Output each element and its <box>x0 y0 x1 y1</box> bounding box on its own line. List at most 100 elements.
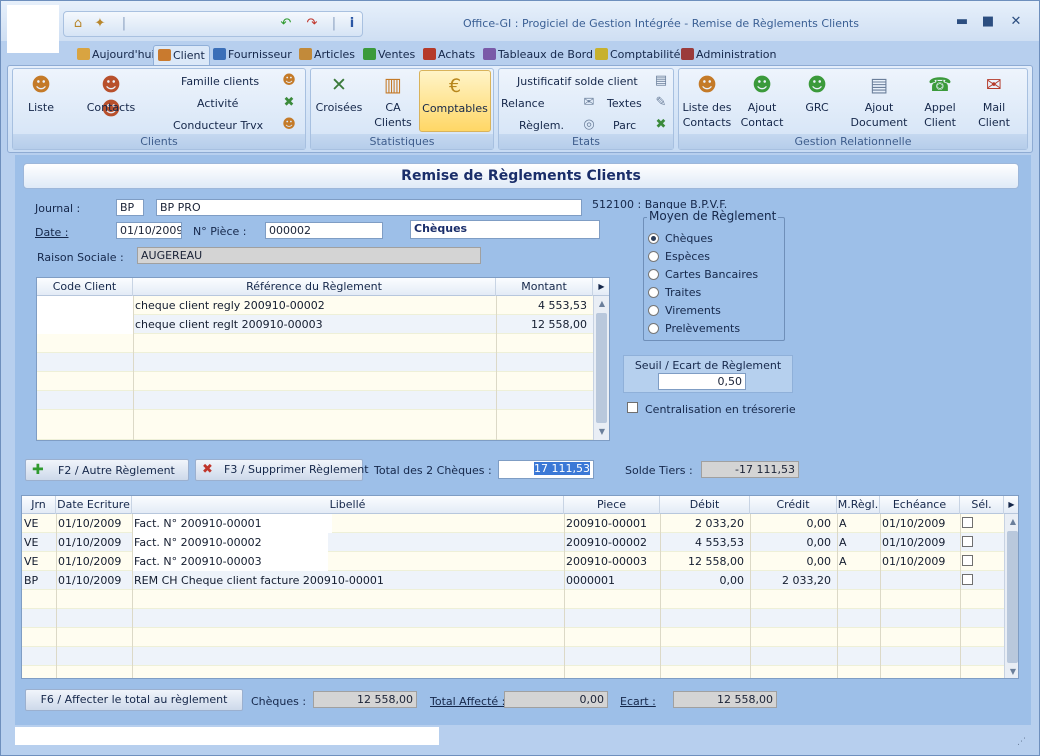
radio-prelevements[interactable]: Prelèvements <box>648 322 740 335</box>
column-header-mode-reglement[interactable]: M.Règl. <box>837 496 880 514</box>
empty-row <box>37 410 593 440</box>
liste-button[interactable]: ☻ Liste <box>19 73 63 115</box>
scroll-up-icon[interactable]: ▲ <box>1005 514 1018 530</box>
column-header-jrn[interactable]: Jrn <box>22 496 56 514</box>
croisees-button[interactable]: ✕ Croisées <box>315 73 363 115</box>
calendar-icon <box>483 48 496 60</box>
tab-administration[interactable]: Administration <box>677 45 781 65</box>
column-header-piece[interactable]: Piece <box>564 496 660 514</box>
cell-montant: 4 553,53 <box>538 299 587 312</box>
maximize-button[interactable]: ■ <box>979 15 997 29</box>
settings-icon[interactable]: ✦ <box>92 16 108 32</box>
relance-button[interactable]: Relance <box>501 97 545 110</box>
table-row[interactable]: cheque client regly 200910-00002 4 553,5… <box>37 296 593 315</box>
contacts-button[interactable]: ☻☻ Contacts <box>81 73 141 120</box>
tab-tableaux-de-bord[interactable]: Tableaux de Bord <box>479 45 597 65</box>
row-select-checkbox[interactable] <box>962 555 973 566</box>
radio-virements[interactable]: Virements <box>648 304 721 317</box>
tab-comptabilite[interactable]: Comptabilité <box>591 45 684 65</box>
piece-field[interactable]: 000002 <box>265 222 383 239</box>
cell-credit: 0,00 <box>806 517 832 530</box>
parc-button[interactable]: Parc <box>613 119 636 132</box>
column-chooser-arrow-icon[interactable]: ▶ <box>593 278 609 296</box>
row-select-checkbox[interactable] <box>962 536 973 547</box>
resize-grip-icon[interactable]: ⋰ <box>1017 737 1033 751</box>
supprimer-reglement-button[interactable]: ✖ F3 / Supprimer Règlement <box>195 459 369 481</box>
scroll-down-icon[interactable]: ▼ <box>594 424 609 440</box>
ajout-contact-button[interactable]: ☻ Ajout Contact <box>737 73 787 130</box>
ribbon-group-statistiques: ✕ Croisées ▥ CA Clients € Comptables Sta… <box>310 68 494 150</box>
row-select-checkbox[interactable] <box>962 517 973 528</box>
cell-piece: 200910-00002 <box>566 536 647 549</box>
table-row[interactable]: BP 01/10/2009 REM CH Cheque client factu… <box>22 571 1004 590</box>
famille-clients-button[interactable]: Famille clients <box>181 75 259 88</box>
comptables-button[interactable]: € Comptables <box>419 70 491 132</box>
appel-client-button[interactable]: ☎ Appel Client <box>919 73 961 130</box>
textes-button[interactable]: Textes <box>607 97 642 110</box>
admin-icon <box>681 48 694 60</box>
table-row[interactable]: VE 01/10/2009 Fact. N° 200910-00002 2009… <box>22 533 1004 552</box>
radio-especes[interactable]: Espèces <box>648 250 710 263</box>
tab-aujourdhui[interactable]: Aujourd'hui <box>73 45 159 65</box>
cell-date: 01/10/2009 <box>58 555 122 568</box>
scroll-thumb[interactable] <box>596 313 607 423</box>
column-header-credit[interactable]: Crédit <box>750 496 837 514</box>
column-header-montant[interactable]: Montant <box>496 278 593 296</box>
tab-achats[interactable]: Achats <box>419 45 479 65</box>
ca-clients-button[interactable]: ▥ CA Clients <box>369 73 417 130</box>
ribbon: ☻ Liste ☻☻ Contacts Famille clients ☻ Ac… <box>7 65 1033 153</box>
journal-code-field[interactable]: BP <box>116 199 144 216</box>
total-cheques-field[interactable]: 17 111,53 <box>498 460 594 479</box>
tab-client[interactable]: Client <box>153 45 210 65</box>
justificatif-solde-button[interactable]: Justificatif solde client <box>517 75 638 88</box>
radio-traites[interactable]: Traites <box>648 286 701 299</box>
reglements-scrollbar[interactable]: ▲ ▼ <box>593 296 609 440</box>
table-row[interactable]: VE 01/10/2009 Fact. N° 200910-00001 2009… <box>22 514 1004 533</box>
radio-cartes-bancaires[interactable]: Cartes Bancaires <box>648 268 758 281</box>
reglem-button[interactable]: Règlem. <box>519 119 564 132</box>
scroll-thumb[interactable] <box>1007 531 1018 663</box>
column-header-code-client[interactable]: Code Client <box>37 278 133 296</box>
leaf-icon <box>363 48 376 60</box>
table-row[interactable]: cheque client reglt 200910-00003 12 558,… <box>37 315 593 334</box>
worker-icon: ☻ <box>282 117 296 132</box>
info-icon[interactable]: i <box>344 16 360 32</box>
column-header-date-ecriture[interactable]: Date Ecriture <box>56 496 132 514</box>
redo-icon[interactable]: ↷ <box>304 16 320 32</box>
ajout-document-button[interactable]: ▤ Ajout Document <box>849 73 909 130</box>
column-header-debit[interactable]: Débit <box>660 496 750 514</box>
grc-button[interactable]: ☻ GRC <box>797 73 837 115</box>
house-icon <box>77 48 90 60</box>
undo-icon[interactable]: ↶ <box>278 16 294 32</box>
row-select-checkbox[interactable] <box>962 574 973 585</box>
date-field[interactable]: 01/10/2009 <box>116 222 182 239</box>
minimize-button[interactable]: ▬ <box>953 15 971 29</box>
affecter-total-button[interactable]: F6 / Affecter le total au règlement <box>25 689 243 711</box>
column-chooser-arrow-icon[interactable]: ▶ <box>1004 496 1018 514</box>
app-menu-button[interactable] <box>7 5 59 53</box>
column-header-selection[interactable]: Sél. <box>960 496 1004 514</box>
scroll-down-icon[interactable]: ▼ <box>1005 664 1018 678</box>
mail-client-button[interactable]: ✉ Mail Client <box>973 73 1015 130</box>
add-document-icon: ▤ <box>870 74 888 96</box>
table-row[interactable]: VE 01/10/2009 Fact. N° 200910-00003 2009… <box>22 552 1004 571</box>
liste-contacts-button[interactable]: ☻ Liste des Contacts <box>681 73 733 130</box>
seuil-field[interactable]: 0,50 <box>658 373 746 390</box>
scroll-up-icon[interactable]: ▲ <box>594 296 609 312</box>
centralisation-checkbox[interactable] <box>627 402 638 413</box>
column-header-echeance[interactable]: Echéance <box>880 496 960 514</box>
column-header-libelle[interactable]: Libellé <box>132 496 564 514</box>
ecritures-scrollbar[interactable]: ▲ ▼ <box>1004 514 1018 678</box>
tab-articles[interactable]: Articles <box>295 45 359 65</box>
home-icon[interactable]: ⌂ <box>70 16 86 32</box>
journal-name-field[interactable]: BP PRO <box>156 199 582 216</box>
total-affecte-field: 0,00 <box>504 691 608 708</box>
radio-cheques[interactable]: Chèques <box>648 232 713 245</box>
tab-fournisseur[interactable]: Fournisseur <box>209 45 296 65</box>
activite-button[interactable]: Activité <box>197 97 238 110</box>
close-button[interactable]: ✕ <box>1007 15 1025 29</box>
conducteur-travaux-button[interactable]: Conducteur Trvx <box>173 119 263 132</box>
column-header-reference[interactable]: Référence du Règlement <box>133 278 496 296</box>
autre-reglement-button[interactable]: ✚ F2 / Autre Règlement <box>25 459 189 481</box>
tab-ventes[interactable]: Ventes <box>359 45 419 65</box>
